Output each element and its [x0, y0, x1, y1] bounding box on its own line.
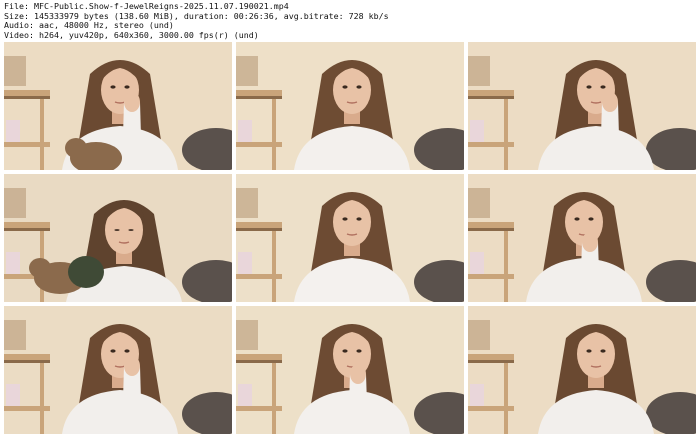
- thumbnail-frame-image: [4, 174, 232, 302]
- thumbnail-frame-image: [236, 306, 464, 434]
- video-thumbnail[interactable]: [4, 42, 232, 170]
- thumbnail-frame-image: [468, 42, 696, 170]
- video-thumbnail[interactable]: [468, 174, 696, 302]
- thumbnail-frame-image: [468, 174, 696, 302]
- video-thumbnail[interactable]: [236, 42, 464, 170]
- thumbnail-frame-image: [468, 306, 696, 434]
- video-thumbnail[interactable]: [4, 306, 232, 434]
- file-info-header: File: MFC-Public.Show-f-JewelReigns-2025…: [4, 1, 694, 40]
- video-line: Video: h264, yuv420p, 640x360, 3000.00 f…: [4, 29, 259, 40]
- video-thumbnail[interactable]: [4, 174, 232, 302]
- contact-sheet: File: MFC-Public.Show-f-JewelReigns-2025…: [0, 0, 700, 438]
- thumbnail-frame-image: [4, 42, 232, 170]
- video-thumbnail[interactable]: [468, 42, 696, 170]
- video-thumbnail[interactable]: [468, 306, 696, 434]
- thumbnail-frame-image: [236, 174, 464, 302]
- video-thumbnail[interactable]: [236, 174, 464, 302]
- thumbnail-grid: [4, 42, 696, 434]
- thumbnail-frame-image: [4, 306, 232, 434]
- thumbnail-frame-image: [236, 42, 464, 170]
- video-thumbnail[interactable]: [236, 306, 464, 434]
